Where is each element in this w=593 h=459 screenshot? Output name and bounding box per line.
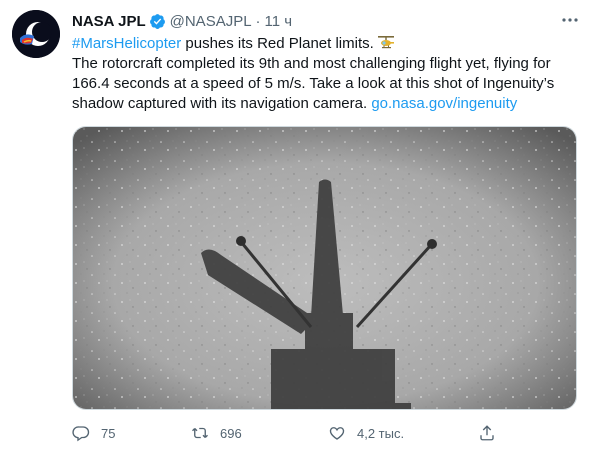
verified-badge-icon [149, 13, 165, 29]
author-handle[interactable]: @NASAJPL [170, 13, 252, 30]
retweet-button[interactable]: 696 [191, 422, 242, 444]
retweet-icon [192, 427, 208, 439]
tweet-timestamp[interactable]: 11 ч [265, 13, 293, 30]
tweet-image[interactable] [72, 126, 577, 410]
tweet[interactable]: NASA JPL @NASAJPL · 11 ч #MarsHelicopter… [0, 0, 593, 459]
like-icon [329, 427, 345, 440]
reply-icon [72, 426, 90, 442]
author-name[interactable]: NASA JPL [72, 13, 146, 30]
tweet-text-line1-rest: pushes its Red Planet limits. [181, 35, 374, 52]
nasa-jpl-logo-icon [12, 10, 60, 58]
avatar[interactable] [12, 10, 60, 58]
tweet-body: The rotorcraft completed its 9th and mos… [72, 54, 577, 114]
reply-button[interactable]: 75 [72, 422, 115, 444]
tweet-text: #MarsHelicopter pushes its Red Planet li… [72, 34, 577, 114]
separator-dot: · [255, 12, 261, 30]
tweet-header: NASA JPL @NASAJPL · 11 ч [72, 11, 292, 31]
tweet-actions: 75 696 4,2 тыс. [72, 422, 502, 446]
ingenuity-shadow-photo [73, 127, 576, 409]
hashtag-link[interactable]: #MarsHelicopter [72, 35, 181, 52]
like-count: 4,2 тыс. [357, 425, 405, 441]
reply-count: 75 [101, 425, 116, 441]
helicopter-emoji-icon [377, 36, 394, 49]
share-button[interactable] [478, 422, 496, 444]
like-button[interactable]: 4,2 тыс. [328, 422, 404, 444]
share-icon [480, 425, 494, 441]
tweet-text-line1: #MarsHelicopter pushes its Red Planet li… [72, 34, 577, 54]
more-icon[interactable] [560, 13, 580, 27]
retweet-count: 696 [220, 425, 242, 441]
ingenuity-link[interactable]: go.nasa.gov/ingenuity [371, 95, 517, 112]
